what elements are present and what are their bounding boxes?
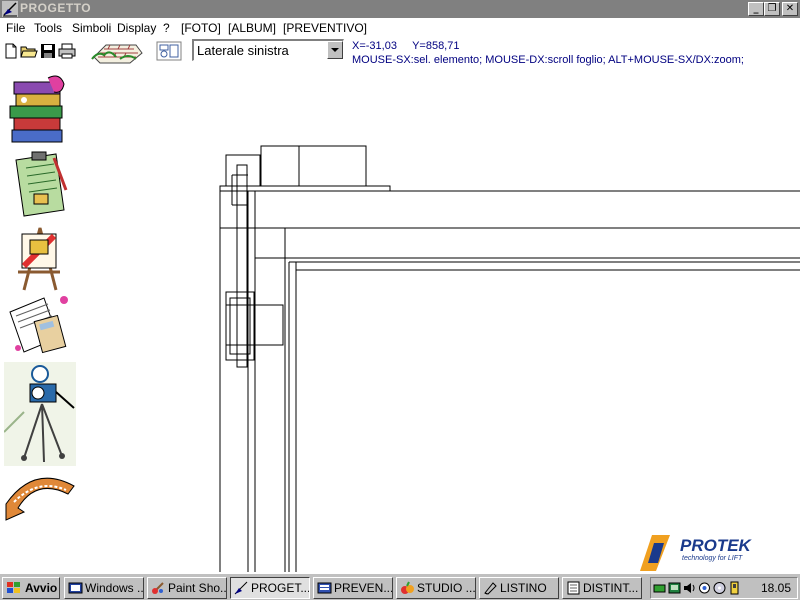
menu-simboli[interactable]: Simboli	[72, 21, 111, 35]
clock[interactable]: 18.05	[761, 581, 791, 595]
system-tray: 18.05	[650, 577, 798, 599]
view-select-dropdown-button[interactable]	[327, 41, 343, 59]
scheduler-tray-icon[interactable]	[668, 581, 681, 595]
minimize-button[interactable]: _	[748, 2, 764, 16]
save-icon[interactable]	[39, 42, 57, 60]
progetto-icon	[234, 581, 248, 595]
menu-bar: File Tools Simboli Display ? [FOTO] [ALB…	[0, 18, 800, 38]
power-tray-icon[interactable]	[728, 581, 741, 595]
x-coord-value: -31,03	[365, 40, 397, 52]
view-select-value: Laterale sinistra	[197, 43, 289, 58]
restore-button[interactable]: ❐	[764, 2, 780, 16]
windows-explorer-icon	[68, 582, 83, 594]
taskbar-button-windows[interactable]: Windows ...	[64, 577, 144, 599]
taskbar-button-label: STUDIO ...	[417, 581, 476, 595]
windows-logo-icon	[7, 582, 20, 593]
taskbar-button-label: PROGET...	[251, 581, 310, 595]
bricks-wall-icon[interactable]	[90, 39, 144, 65]
taskbar-button-label: PREVEN...	[334, 581, 393, 595]
studio-icon	[401, 581, 414, 594]
layout-grid-icon[interactable]	[156, 41, 182, 61]
camera-tripod-icon[interactable]	[4, 362, 76, 466]
documents-calculator-icon[interactable]	[4, 292, 76, 360]
taskbar-button-listino[interactable]: LISTINO	[479, 577, 559, 599]
print-icon[interactable]	[58, 42, 76, 60]
menu-foto[interactable]: [FOTO]	[181, 21, 221, 35]
progetto-app-icon[interactable]	[2, 1, 18, 17]
menu-preventivo[interactable]: [PREVENTIVO]	[283, 21, 367, 35]
menu-tools[interactable]: Tools	[34, 21, 62, 35]
x-coord-label: X=	[352, 40, 366, 52]
clipboard-icon[interactable]	[4, 150, 76, 220]
taskbar: Avvio Windows ... Paint Sho... PROGET...…	[0, 573, 800, 600]
chevron-down-icon	[331, 48, 339, 52]
new-file-icon[interactable]	[2, 42, 20, 60]
taskbar-button-label: DISTINT...	[583, 581, 639, 595]
listino-icon	[484, 582, 497, 595]
protek-logo-tagline: technology for LIFT	[682, 555, 743, 562]
paint-shop-icon	[152, 582, 164, 594]
monitor-tray-icon[interactable]	[698, 581, 711, 595]
menu-file[interactable]: File	[6, 21, 25, 35]
view-select[interactable]: Laterale sinistra	[192, 39, 344, 61]
coordinate-readout: X=-31,03 Y=858,71	[352, 40, 459, 52]
title-bar[interactable]: PROGETTO _ ❐ ✕	[0, 0, 800, 18]
taskbar-button-preventivo[interactable]: PREVEN...	[313, 577, 393, 599]
mouse-hint-text: MOUSE-SX:sel. elemento; MOUSE-DX:scroll …	[352, 54, 744, 66]
taskbar-button-distinta[interactable]: DISTINT...	[562, 577, 642, 599]
menu-album[interactable]: [ALBUM]	[228, 21, 276, 35]
protek-logo-name: PROTEK	[680, 536, 753, 555]
y-coord-label: Y=	[412, 40, 426, 52]
window-title: PROGETTO	[20, 1, 92, 15]
volume-icon[interactable]	[683, 581, 696, 595]
drawing-canvas[interactable]	[80, 70, 800, 572]
start-label: Avvio	[25, 581, 58, 595]
menu-help[interactable]: ?	[163, 21, 170, 35]
books-icon[interactable]	[4, 74, 76, 148]
preventivo-arrow-icon[interactable]	[4, 468, 76, 522]
taskbar-button-progetto[interactable]: PROGET...	[230, 577, 310, 599]
y-coord-value: 858,71	[425, 40, 460, 52]
taskbar-button-label: Paint Sho...	[168, 581, 227, 595]
start-button[interactable]: Avvio	[2, 577, 60, 599]
cd-tray-icon[interactable]	[713, 581, 726, 595]
taskbar-button-label: Windows ...	[85, 581, 144, 595]
menu-display[interactable]: Display	[117, 21, 156, 35]
distinta-icon	[567, 581, 580, 595]
network-tray-icon[interactable]	[653, 581, 666, 595]
taskbar-button-paint-shop[interactable]: Paint Sho...	[147, 577, 227, 599]
close-button[interactable]: ✕	[782, 2, 798, 16]
taskbar-button-studio[interactable]: STUDIO ...	[396, 577, 476, 599]
protek-logo: PROTEK technology for LIFT	[640, 535, 753, 571]
easel-icon[interactable]	[4, 222, 76, 292]
open-folder-icon[interactable]	[20, 42, 38, 60]
taskbar-button-label: LISTINO	[500, 581, 547, 595]
preventivo-icon	[317, 582, 332, 594]
